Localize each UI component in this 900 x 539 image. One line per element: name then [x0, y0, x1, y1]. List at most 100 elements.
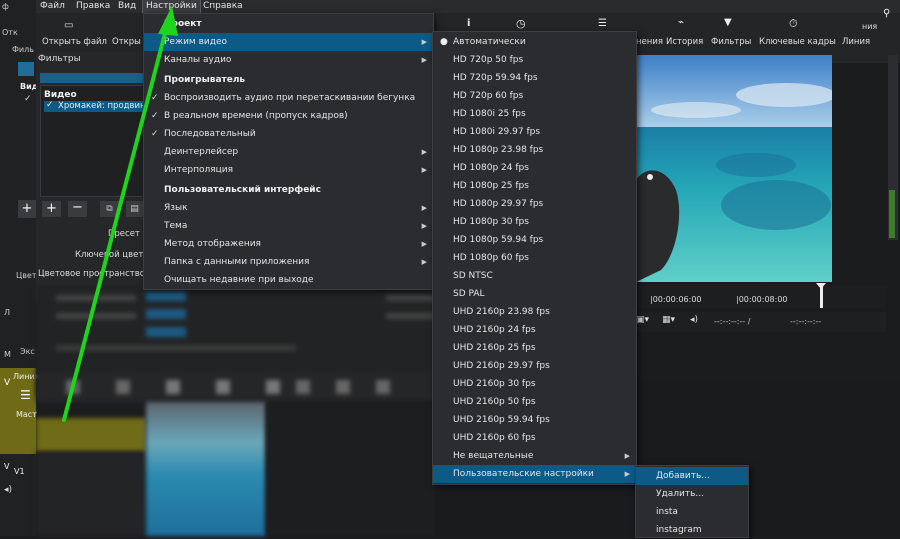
- video-preview[interactable]: [636, 55, 832, 282]
- video-mode-option-label: HD 1080p 30 fps: [453, 217, 529, 227]
- add-filter-button[interactable]: +: [42, 201, 61, 217]
- toolbar-clip-button[interactable]: нения: [636, 37, 663, 47]
- menu-app-data-folder[interactable]: Папка с данными приложения ▶: [144, 253, 433, 271]
- video-mode-option[interactable]: HD 720p 60 fps: [433, 87, 636, 105]
- filters-button[interactable]: Фильтры: [711, 37, 751, 47]
- left-strip: [0, 0, 36, 536]
- copy-filter-button[interactable]: ⧉: [100, 201, 119, 217]
- video-mode-option[interactable]: UHD 2160p 60 fps: [433, 429, 636, 447]
- playhead-marker[interactable]: [816, 283, 826, 289]
- filter-list-item[interactable]: ✓ Хромакей: продвину: [44, 100, 151, 112]
- blurred-timeline-toolbar: [36, 372, 436, 402]
- timeline-empty: [266, 402, 436, 536]
- user-icon[interactable]: ⚲: [883, 8, 890, 19]
- custom-menu-item[interactable]: Добавить...: [636, 467, 748, 485]
- video-mode-option[interactable]: Пользовательские настройки ▶: [433, 465, 636, 483]
- menu-progressive[interactable]: ✓ Последовательный: [144, 125, 433, 143]
- timeline-clip-thumbnail[interactable]: [146, 402, 266, 536]
- custom-menu-item-label: Добавить...: [656, 471, 710, 481]
- video-mode-option[interactable]: UHD 2160p 24 fps: [433, 321, 636, 339]
- video-mode-option[interactable]: HD 1080p 59.94 fps: [433, 231, 636, 249]
- video-mode-option-label: HD 720p 59.94 fps: [453, 73, 538, 83]
- history-icon[interactable]: ⌁: [678, 17, 684, 28]
- menu-video-mode[interactable]: Режим видео ▶: [144, 33, 433, 51]
- menu-language[interactable]: Язык ▶: [144, 199, 433, 217]
- video-mode-option[interactable]: UHD 2160p 59.94 fps: [433, 411, 636, 429]
- video-mode-option[interactable]: HD 1080p 25 fps: [433, 177, 636, 195]
- menu-interpolation[interactable]: Интерполяция ▶: [144, 161, 433, 179]
- recent-icon[interactable]: ◷: [516, 17, 526, 30]
- menu-display-method[interactable]: Метод отображения ▶: [144, 235, 433, 253]
- keyframes-icon[interactable]: ⏱: [789, 17, 798, 31]
- filters-icon[interactable]: ▼: [724, 17, 732, 28]
- video-mode-option[interactable]: HD 1080p 60 fps: [433, 249, 636, 267]
- menu-deinterlacer[interactable]: Деинтерлейсер ▶: [144, 143, 433, 161]
- video-mode-option-label: HD 1080p 25 fps: [453, 181, 529, 191]
- video-mode-option[interactable]: HD 720p 50 fps: [433, 51, 636, 69]
- grid-icon[interactable]: ▦▾: [662, 315, 675, 325]
- left-selection: [18, 62, 34, 76]
- custom-menu-item[interactable]: instagram: [636, 521, 748, 539]
- open-file-button[interactable]: Открыть файл: [42, 37, 107, 47]
- video-mode-option[interactable]: HD 1080p 23.98 fps: [433, 141, 636, 159]
- properties-icon[interactable]: i: [467, 18, 470, 29]
- menu-help[interactable]: Справка: [203, 0, 243, 13]
- zoom-icon[interactable]: ▣▾: [636, 315, 649, 325]
- video-mode-option[interactable]: SD NTSC: [433, 267, 636, 285]
- timeline-button[interactable]: Линия: [842, 37, 870, 47]
- left-color-label: Цвет: [16, 271, 37, 280]
- menu-clear-recent[interactable]: Очищать недавние при выходе: [144, 271, 433, 289]
- left-v-label-2: V: [4, 462, 10, 471]
- left-l-label: Л: [4, 308, 11, 317]
- video-mode-option[interactable]: UHD 2160p 25 fps: [433, 339, 636, 357]
- open-file-icon[interactable]: ▭: [64, 20, 73, 31]
- left-menu-icon[interactable]: ☰: [20, 388, 31, 402]
- paste-filter-button[interactable]: ▤: [126, 201, 143, 217]
- keyframes-button[interactable]: Ключевые кадры: [759, 37, 836, 47]
- video-mode-menu: ● Автоматически HD 720p 50 fps HD 720p 59.9…: [432, 31, 637, 485]
- custom-menu-item[interactable]: insta: [636, 503, 748, 521]
- timeline-ruler[interactable]: |00:00:06:00 |00:00:08:00: [636, 286, 886, 308]
- video-mode-option[interactable]: UHD 2160p 29.97 fps: [433, 357, 636, 375]
- menu-settings[interactable]: Настройки: [142, 0, 201, 14]
- video-mode-option[interactable]: HD 1080p 24 fps: [433, 159, 636, 177]
- menu-realtime[interactable]: ✓ В реальном времени (пропуск кадров): [144, 107, 433, 125]
- video-mode-option-label: UHD 2160p 23.98 fps: [453, 307, 550, 317]
- open-other-button[interactable]: Откры: [112, 37, 141, 47]
- playlist-icon[interactable]: ☰: [598, 18, 607, 29]
- remove-filter-button[interactable]: −: [68, 201, 87, 217]
- video-mode-option-label: UHD 2160p 60 fps: [453, 433, 536, 443]
- video-mode-option[interactable]: HD 1080i 29.97 fps: [433, 123, 636, 141]
- volume-icon[interactable]: ◂): [690, 315, 698, 325]
- menu-view[interactable]: Вид: [118, 0, 136, 13]
- video-mode-option[interactable]: UHD 2160p 50 fps: [433, 393, 636, 411]
- left-speaker-icon[interactable]: ◂): [4, 485, 12, 495]
- video-mode-option-label: HD 720p 50 fps: [453, 55, 524, 65]
- video-mode-option-label: SD NTSC: [453, 271, 493, 281]
- video-mode-option[interactable]: UHD 2160p 23.98 fps: [433, 303, 636, 321]
- filter-check-icon[interactable]: ✓: [46, 100, 54, 110]
- custom-menu-item[interactable]: Удалить...: [636, 485, 748, 503]
- video-mode-option[interactable]: HD 1080p 30 fps: [433, 213, 636, 231]
- scroll-thumb[interactable]: [889, 190, 895, 238]
- menu-file[interactable]: Файл: [40, 0, 65, 13]
- video-mode-option[interactable]: UHD 2160p 30 fps: [433, 375, 636, 393]
- menu-theme[interactable]: Тема ▶: [144, 217, 433, 235]
- history-button[interactable]: История: [666, 37, 703, 47]
- track-yellow-block: [36, 418, 146, 452]
- menu-audio-channels[interactable]: Каналы аудио ▶: [144, 51, 433, 69]
- video-mode-option[interactable]: HD 1080p 29.97 fps: [433, 195, 636, 213]
- video-mode-option[interactable]: HD 720p 59.94 fps: [433, 69, 636, 87]
- left-filters-tab[interactable]: Филь: [12, 45, 34, 54]
- left-add-icon[interactable]: +: [18, 200, 36, 218]
- video-mode-option[interactable]: HD 1080i 25 fps: [433, 105, 636, 123]
- video-mode-option[interactable]: SD PAL: [433, 285, 636, 303]
- menu-edit[interactable]: Правка: [76, 0, 110, 13]
- video-mode-option[interactable]: ● Автоматически: [433, 33, 636, 51]
- menu-section-ui: Пользовательский интерфейс: [164, 185, 321, 195]
- video-mode-option-label: UHD 2160p 24 fps: [453, 325, 536, 335]
- left-clip-tab[interactable]: Отк: [2, 28, 18, 37]
- video-mode-option[interactable]: Не вещательные ▶: [433, 447, 636, 465]
- playhead[interactable]: [820, 286, 823, 308]
- menu-scrub-audio[interactable]: ✓ Воспроизводить аудио при перетаскивании…: [144, 89, 433, 107]
